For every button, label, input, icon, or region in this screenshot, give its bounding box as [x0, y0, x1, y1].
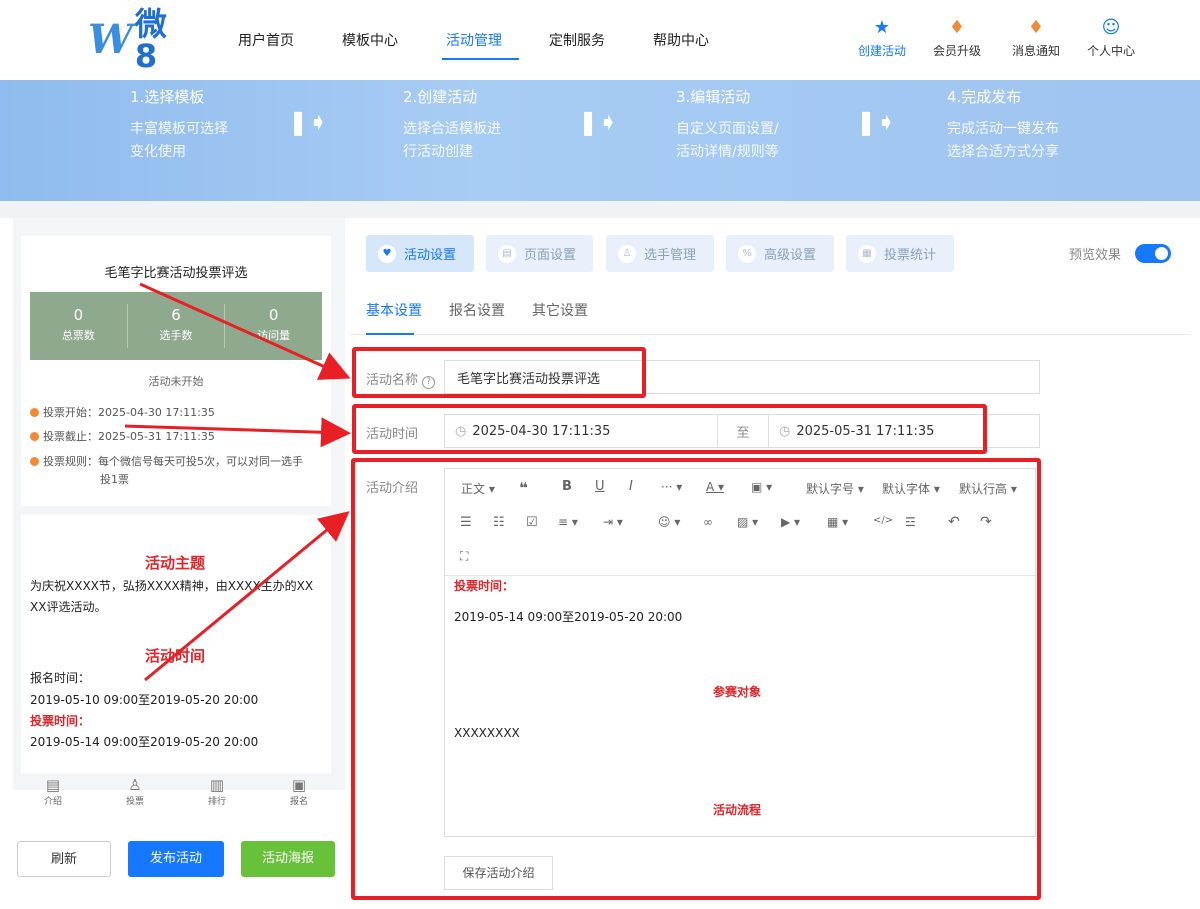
- annotation-arrow: [139, 282, 351, 380]
- annotation-arrows: [124, 282, 351, 682]
- annotation-arrow: [124, 417, 351, 448]
- annotation-arrow: [144, 511, 350, 682]
